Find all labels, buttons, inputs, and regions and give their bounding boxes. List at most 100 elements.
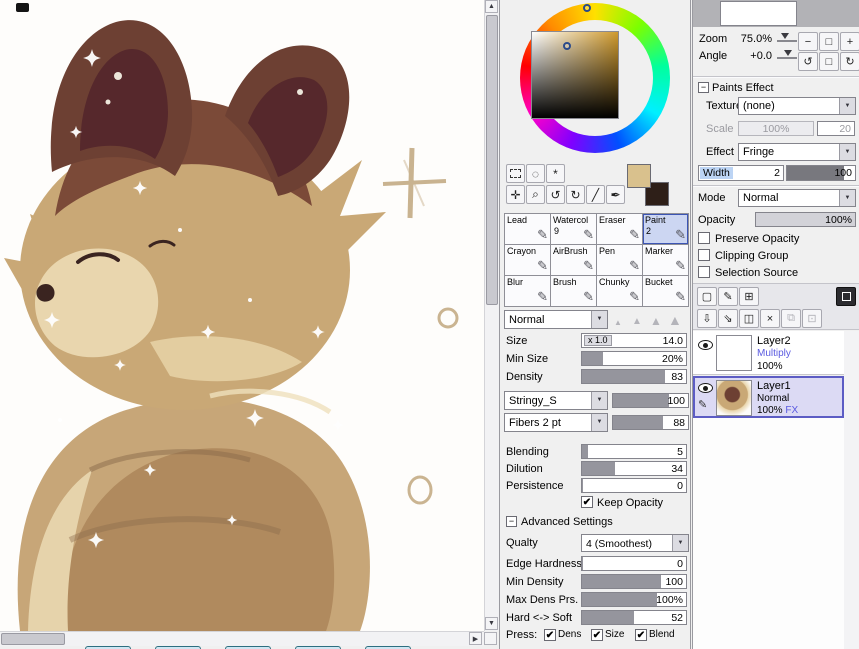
layer-item-layer1-selected[interactable]: ✎ Layer1 Normal 100% FX <box>693 376 844 418</box>
zoom-slider-marker[interactable] <box>781 33 789 39</box>
brush-lead[interactable]: Lead ✎ <box>505 214 550 244</box>
rotate-ccw-button[interactable]: ↺ <box>798 52 818 71</box>
press-size-checkbox[interactable]: ✔ <box>591 629 603 641</box>
brush-eraser[interactable]: Eraser ✎ <box>597 214 642 244</box>
scroll-up-button[interactable]: ▲ <box>485 0 498 13</box>
layer-item-layer2[interactable]: Layer2 Multiply 100% <box>693 331 844 375</box>
layer-mode-dropdown[interactable]: Normal ▼ <box>738 189 856 207</box>
zoom-in-icon: + <box>846 35 854 48</box>
density-slider[interactable]: 83 <box>581 369 687 384</box>
brush-crayon[interactable]: Crayon ✎ <box>505 245 550 275</box>
blending-slider[interactable]: 5 <box>581 444 687 459</box>
press-blend-checkbox[interactable]: ✔ <box>635 629 647 641</box>
angle-slider[interactable] <box>777 57 797 59</box>
rotate-reset-button[interactable]: □ <box>819 52 839 71</box>
keep-opacity-checkbox[interactable]: ✔ <box>581 496 593 508</box>
brush-tip-small[interactable]: ▲ <box>614 319 622 327</box>
brush-brush[interactable]: Brush ✎ <box>551 276 596 306</box>
canvas-vertical-scrollbar[interactable]: ▲ ▼ <box>484 0 499 631</box>
copy-layer-button[interactable]: ⧉ <box>781 309 801 328</box>
brush-bucket[interactable]: Bucket ✎ <box>643 276 688 306</box>
size-multiplier-chip[interactable]: x 1.0 <box>584 335 612 346</box>
pen-cursor-tool[interactable]: ✒ <box>606 185 625 204</box>
angle-value: +0.0 <box>750 50 772 62</box>
min-density-label: Min Density <box>506 576 564 588</box>
clipping-group-checkbox[interactable] <box>698 249 710 261</box>
collapse-icon[interactable]: − <box>506 516 517 527</box>
persistence-slider[interactable]: 0 <box>581 478 687 493</box>
max-dens-prs-slider[interactable]: 100% <box>581 592 687 607</box>
rotate-ccw-tool[interactable]: ↺ <box>546 185 565 204</box>
zoom-slider[interactable] <box>777 40 797 42</box>
new-layer-button[interactable]: ▢ <box>697 287 717 306</box>
stringy-strength-slider[interactable]: 100 <box>612 393 689 408</box>
visibility-eye-icon[interactable] <box>698 340 713 350</box>
brush-blur[interactable]: Blur ✎ <box>505 276 550 306</box>
eyedropper-tool[interactable]: ╱ <box>586 185 605 204</box>
collapse-icon[interactable]: − <box>698 82 709 93</box>
zoom-tool[interactable]: ⌕ <box>526 185 545 204</box>
layer-opacity-slider[interactable]: 100% <box>755 212 856 227</box>
press-dens-checkbox[interactable]: ✔ <box>544 629 556 641</box>
marquee-select-tool[interactable] <box>506 164 525 183</box>
scroll-down-button[interactable]: ▼ <box>485 617 498 630</box>
selection-display-button[interactable] <box>836 287 856 306</box>
dilution-slider[interactable]: 34 <box>581 461 687 476</box>
brush-tip-medium[interactable]: ▲ <box>632 317 642 327</box>
visibility-eye-icon[interactable] <box>698 383 713 393</box>
zoom-reset-button[interactable]: □ <box>819 32 839 51</box>
effect-dropdown[interactable]: Fringe ▼ <box>738 143 856 161</box>
brush-blend-mode-dropdown[interactable]: Normal ▼ <box>504 310 608 329</box>
fringe-width-box[interactable]: Width 2 <box>698 165 784 181</box>
clear-layer-button[interactable]: ◫ <box>739 309 759 328</box>
merge-down-button[interactable]: ⇘ <box>718 309 738 328</box>
edge-hardness-slider[interactable]: 0 <box>581 556 687 571</box>
horizontal-scroll-thumb[interactable] <box>1 633 65 645</box>
brush-airbrush[interactable]: AirBrush ✎ <box>551 245 596 275</box>
texture-stringy-dropdown[interactable]: Stringy_S ▼ <box>504 391 608 410</box>
sv-marker[interactable] <box>563 42 571 50</box>
rotate-cw-tool[interactable]: ↻ <box>566 185 585 204</box>
brush-tip-large[interactable]: ▲ <box>650 315 662 327</box>
lasso-tool[interactable]: ◌ <box>526 164 545 183</box>
brush-pen[interactable]: Pen ✎ <box>597 245 642 275</box>
texture-dropdown[interactable]: (none) ▼ <box>738 97 856 115</box>
min-density-slider[interactable]: 100 <box>581 574 687 589</box>
transfer-down-button[interactable]: ⇩ <box>697 309 717 328</box>
quality-dropdown[interactable]: 4 (Smoothest) ▼ <box>581 534 689 552</box>
reset-icon: □ <box>825 55 833 68</box>
magic-wand-tool[interactable]: * <box>546 164 565 183</box>
preserve-opacity-checkbox[interactable] <box>698 232 710 244</box>
paste-layer-icon: ⊡ <box>807 313 817 325</box>
layer-list-scroll-track[interactable] <box>844 331 859 649</box>
hard-soft-slider[interactable]: 52 <box>581 610 687 625</box>
saturation-value-square[interactable] <box>531 31 619 119</box>
brush-tip-xlarge[interactable]: ▲ <box>668 313 682 327</box>
size-slider[interactable]: x 1.0 14.0 <box>581 333 687 348</box>
new-linework-layer-button[interactable]: ✎ <box>718 287 738 306</box>
angle-slider-marker[interactable] <box>784 50 792 56</box>
zoom-out-button[interactable]: − <box>798 32 818 51</box>
brush-paint-selected[interactable]: Paint 2 ✎ <box>643 214 688 244</box>
selection-source-checkbox[interactable] <box>698 266 710 278</box>
scroll-right-button[interactable]: ▶ <box>469 632 482 645</box>
hue-ring-marker[interactable] <box>583 4 591 12</box>
foreground-color-swatch[interactable] <box>627 164 651 188</box>
min-size-slider[interactable]: 20% <box>581 351 687 366</box>
rotate-cw-button[interactable]: ↻ <box>840 52 859 71</box>
fibers-strength-slider[interactable]: 88 <box>612 415 689 430</box>
fringe-width-slider[interactable]: 100 <box>786 165 856 181</box>
new-layer-set-button[interactable]: ⊞ <box>739 287 759 306</box>
navigator-preview[interactable] <box>693 0 859 27</box>
brush-watercol[interactable]: Watercol 9 ✎ <box>551 214 596 244</box>
canvas-horizontal-scrollbar[interactable]: ▶ <box>0 631 484 646</box>
delete-layer-button[interactable]: × <box>760 309 780 328</box>
texture-fibers-dropdown[interactable]: Fibers 2 pt ▼ <box>504 413 608 432</box>
vertical-scroll-thumb[interactable] <box>486 15 498 305</box>
move-tool[interactable]: ✛ <box>506 185 525 204</box>
brush-marker[interactable]: Marker ✎ <box>643 245 688 275</box>
zoom-in-button[interactable]: + <box>840 32 859 51</box>
canvas-viewport[interactable] <box>0 0 484 631</box>
brush-chunky[interactable]: Chunky ✎ <box>597 276 642 306</box>
paste-layer-button[interactable]: ⊡ <box>802 309 822 328</box>
